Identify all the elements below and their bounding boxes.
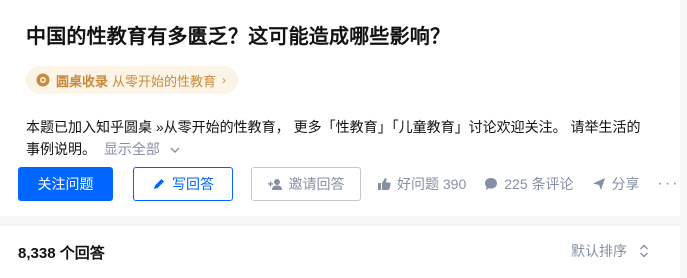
roundtable-icon — [36, 73, 50, 87]
invite-answer-button[interactable]: 邀请回答 — [251, 167, 361, 201]
good-question-button[interactable]: 好问题 390 — [377, 174, 466, 194]
roundtable-tag[interactable]: 圆桌收录 从零开始的性教育 › — [26, 66, 239, 94]
question-meta: 好问题 390 225 条评论 分享 ··· — [377, 174, 687, 194]
write-answer-button[interactable]: 写回答 — [133, 167, 233, 201]
roundtable-name: 从零开始的性教育 — [112, 73, 217, 89]
thumbs-up-icon — [377, 177, 391, 191]
share-button[interactable]: 分享 — [592, 174, 640, 194]
show-all-button[interactable]: 显示全部 — [104, 141, 180, 157]
sort-dropdown[interactable]: 默认排序 — [571, 241, 649, 261]
share-label: 分享 — [611, 176, 640, 192]
good-question-label: 好问题 390 — [397, 176, 467, 192]
description-line-1: 本题已加入知乎圆桌 »从零开始的性教育， 更多「性教育」「儿童教育」讨论欢迎关注… — [26, 119, 641, 135]
pencil-icon — [152, 177, 166, 191]
answers-count: 8,338 个回答 — [18, 245, 105, 262]
description-line-2-wrap: 事例说明。 显示全部 — [26, 138, 686, 160]
follow-question-button[interactable]: 关注问题 — [18, 167, 113, 201]
comments-label: 225 条评论 — [504, 176, 574, 192]
show-all-label: 显示全部 — [103, 141, 160, 157]
question-description: 本题已加入知乎圆桌 »从零开始的性教育， 更多「性教育」「儿童教育」讨论欢迎关注… — [26, 116, 686, 160]
comment-icon — [484, 177, 498, 191]
comments-button[interactable]: 225 条评论 — [484, 174, 574, 194]
more-icon[interactable]: ··· — [658, 175, 680, 193]
question-actions: 关注问题 写回答 邀请回答 好问题 390 225 条评论 分享 ··· — [18, 167, 687, 201]
sort-icon — [640, 244, 648, 258]
chevron-right-icon: › — [222, 73, 227, 87]
invite-answer-label: 邀请回答 — [288, 176, 345, 192]
add-user-icon — [267, 178, 283, 191]
write-answer-label: 写回答 — [172, 176, 214, 192]
answers-bar: 8,338 个回答 默认排序 — [0, 226, 680, 278]
roundtable-label: 圆桌收录 — [56, 73, 109, 89]
chevron-down-icon — [170, 147, 180, 153]
share-icon — [592, 177, 606, 191]
question-header: 中国的性教育有多匮乏？这可能造成哪些影响？ 圆桌收录 从零开始的性教育 › 本题… — [0, 0, 680, 216]
description-line-2: 事例说明。 — [26, 141, 96, 157]
sort-label: 默认排序 — [571, 243, 627, 259]
question-title: 中国的性教育有多匮乏？这可能造成哪些影响？ — [26, 26, 451, 48]
